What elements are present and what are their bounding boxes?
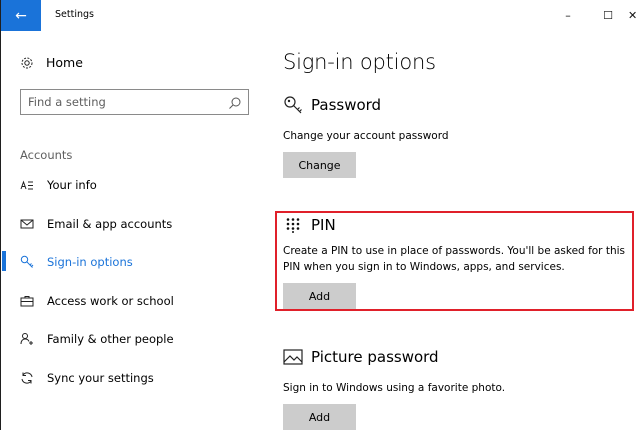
sidebar-item-label: Access work or school — [47, 294, 174, 308]
add-picture-password-button[interactable]: Add — [283, 404, 356, 430]
sidebar-item-sync[interactable]: Sync your settings — [20, 369, 154, 387]
back-button[interactable]: ← — [1, 0, 41, 31]
search-box[interactable] — [20, 89, 249, 115]
change-password-button[interactable]: Change — [283, 152, 356, 178]
mail-icon — [20, 217, 34, 231]
keypad-icon — [283, 215, 303, 235]
page-title: Sign-in options — [283, 50, 436, 74]
key-icon — [20, 255, 34, 269]
add-pin-button[interactable]: Add — [283, 283, 356, 309]
close-button[interactable]: ✕ — [628, 4, 641, 26]
home-label: Home — [46, 55, 83, 70]
sidebar-item-sign-in-options[interactable]: Sign-in options — [20, 253, 133, 271]
password-description: Change your account password — [283, 130, 449, 142]
minimize-button[interactable]: – — [548, 4, 588, 26]
sidebar-item-your-info[interactable]: Your info — [20, 176, 97, 194]
selection-indicator — [2, 251, 6, 271]
sidebar-item-label: Family & other people — [47, 332, 174, 346]
sidebar-item-label: Email & app accounts — [47, 217, 173, 231]
sidebar-item-work-school[interactable]: Access work or school — [20, 292, 174, 310]
pin-heading: PIN — [283, 215, 336, 235]
back-arrow-icon: ← — [15, 7, 27, 24]
sidebar-item-label: Sign-in options — [47, 255, 133, 269]
settings-window: ← Settings – ☐ ✕ Home Accounts — [0, 0, 641, 430]
sidebar-item-label: Your info — [47, 178, 97, 192]
minimize-icon: – — [565, 8, 571, 22]
main-content: Sign-in options Password Change your acc… — [263, 31, 641, 430]
maximize-button[interactable]: ☐ — [588, 4, 628, 26]
window-title: Settings — [55, 9, 94, 20]
key-icon — [283, 95, 303, 115]
search-input[interactable] — [21, 90, 221, 113]
sidebar-item-email[interactable]: Email & app accounts — [20, 215, 172, 233]
person-add-icon — [20, 332, 34, 346]
briefcase-icon — [20, 294, 34, 308]
sync-icon — [20, 371, 34, 385]
gear-icon — [20, 56, 34, 70]
close-icon: ✕ — [628, 8, 638, 22]
picture-password-title: Picture password — [311, 348, 439, 366]
maximize-icon: ☐ — [603, 8, 613, 22]
pin-title: PIN — [311, 216, 336, 234]
sidebar: Home Accounts Your info Email & app acco… — [2, 31, 262, 430]
sidebar-item-family[interactable]: Family & other people — [20, 330, 174, 348]
title-bar: ← Settings – ☐ ✕ — [1, 0, 641, 31]
person-list-icon — [20, 178, 34, 192]
picture-password-heading: Picture password — [283, 347, 439, 367]
password-heading: Password — [283, 95, 381, 115]
section-heading: Accounts — [20, 148, 73, 162]
picture-password-description: Sign in to Windows using a favorite phot… — [283, 382, 506, 394]
search-icon[interactable] — [228, 95, 242, 109]
password-title: Password — [311, 96, 382, 114]
picture-icon — [283, 347, 303, 367]
pin-description: Create a PIN to use in place of password… — [283, 245, 625, 273]
sidebar-item-label: Sync your settings — [47, 371, 154, 385]
sidebar-item-home[interactable]: Home — [20, 55, 83, 70]
